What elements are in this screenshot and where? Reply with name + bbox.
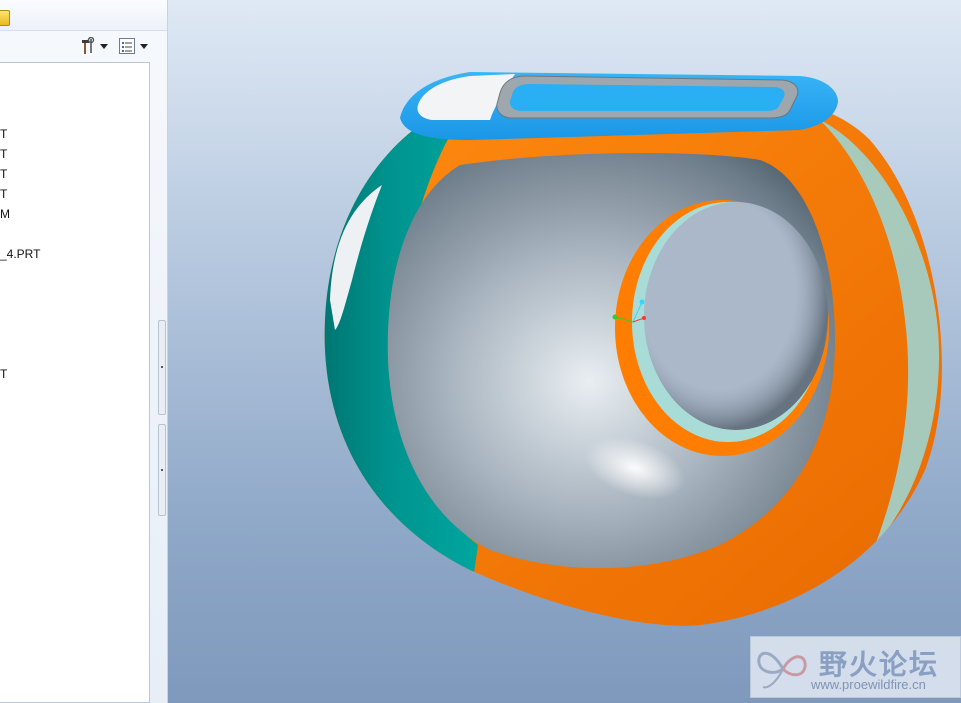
folder-tab-icon[interactable] bbox=[0, 10, 10, 26]
butterfly-logo-icon bbox=[757, 651, 807, 689]
hammer-wrench-icon bbox=[82, 37, 95, 54]
tree-item[interactable]: M bbox=[0, 207, 10, 221]
screen-display bbox=[509, 84, 785, 111]
panel-sash-upper[interactable] bbox=[158, 320, 166, 415]
pane-top-strip bbox=[0, 0, 167, 31]
grip-dot-icon bbox=[161, 366, 163, 368]
hole-shadow bbox=[644, 202, 828, 430]
tree-item[interactable]: T bbox=[0, 167, 7, 181]
tree-item[interactable]: T bbox=[0, 127, 7, 141]
tree-item[interactable]: _4.PRT bbox=[0, 247, 40, 261]
axis-z-endpoint bbox=[642, 316, 646, 320]
chevron-down-icon bbox=[100, 43, 108, 49]
model-tree[interactable]: T T T T M _4.PRT T bbox=[0, 62, 150, 703]
grip-dot-icon bbox=[161, 469, 163, 471]
show-menu-button[interactable] bbox=[118, 36, 148, 56]
list-icon bbox=[119, 38, 135, 54]
tree-item[interactable]: T bbox=[0, 187, 7, 201]
tree-item[interactable]: T bbox=[0, 367, 7, 381]
graphics-viewport[interactable] bbox=[168, 0, 961, 703]
axis-y-endpoint bbox=[639, 299, 645, 305]
chevron-down-icon bbox=[140, 43, 148, 49]
panel-sash-lower[interactable] bbox=[158, 424, 166, 516]
tree-settings-button[interactable] bbox=[80, 36, 108, 56]
watermark-url: www.proewildfire.cn bbox=[811, 677, 926, 692]
model-tree-pane: T T T T M _4.PRT T bbox=[0, 0, 168, 703]
forum-watermark: 野火论坛 www.proewildfire.cn bbox=[750, 636, 961, 698]
axis-x-endpoint bbox=[612, 314, 618, 320]
tree-item[interactable]: T bbox=[0, 147, 7, 161]
3d-model-render[interactable] bbox=[168, 0, 961, 703]
